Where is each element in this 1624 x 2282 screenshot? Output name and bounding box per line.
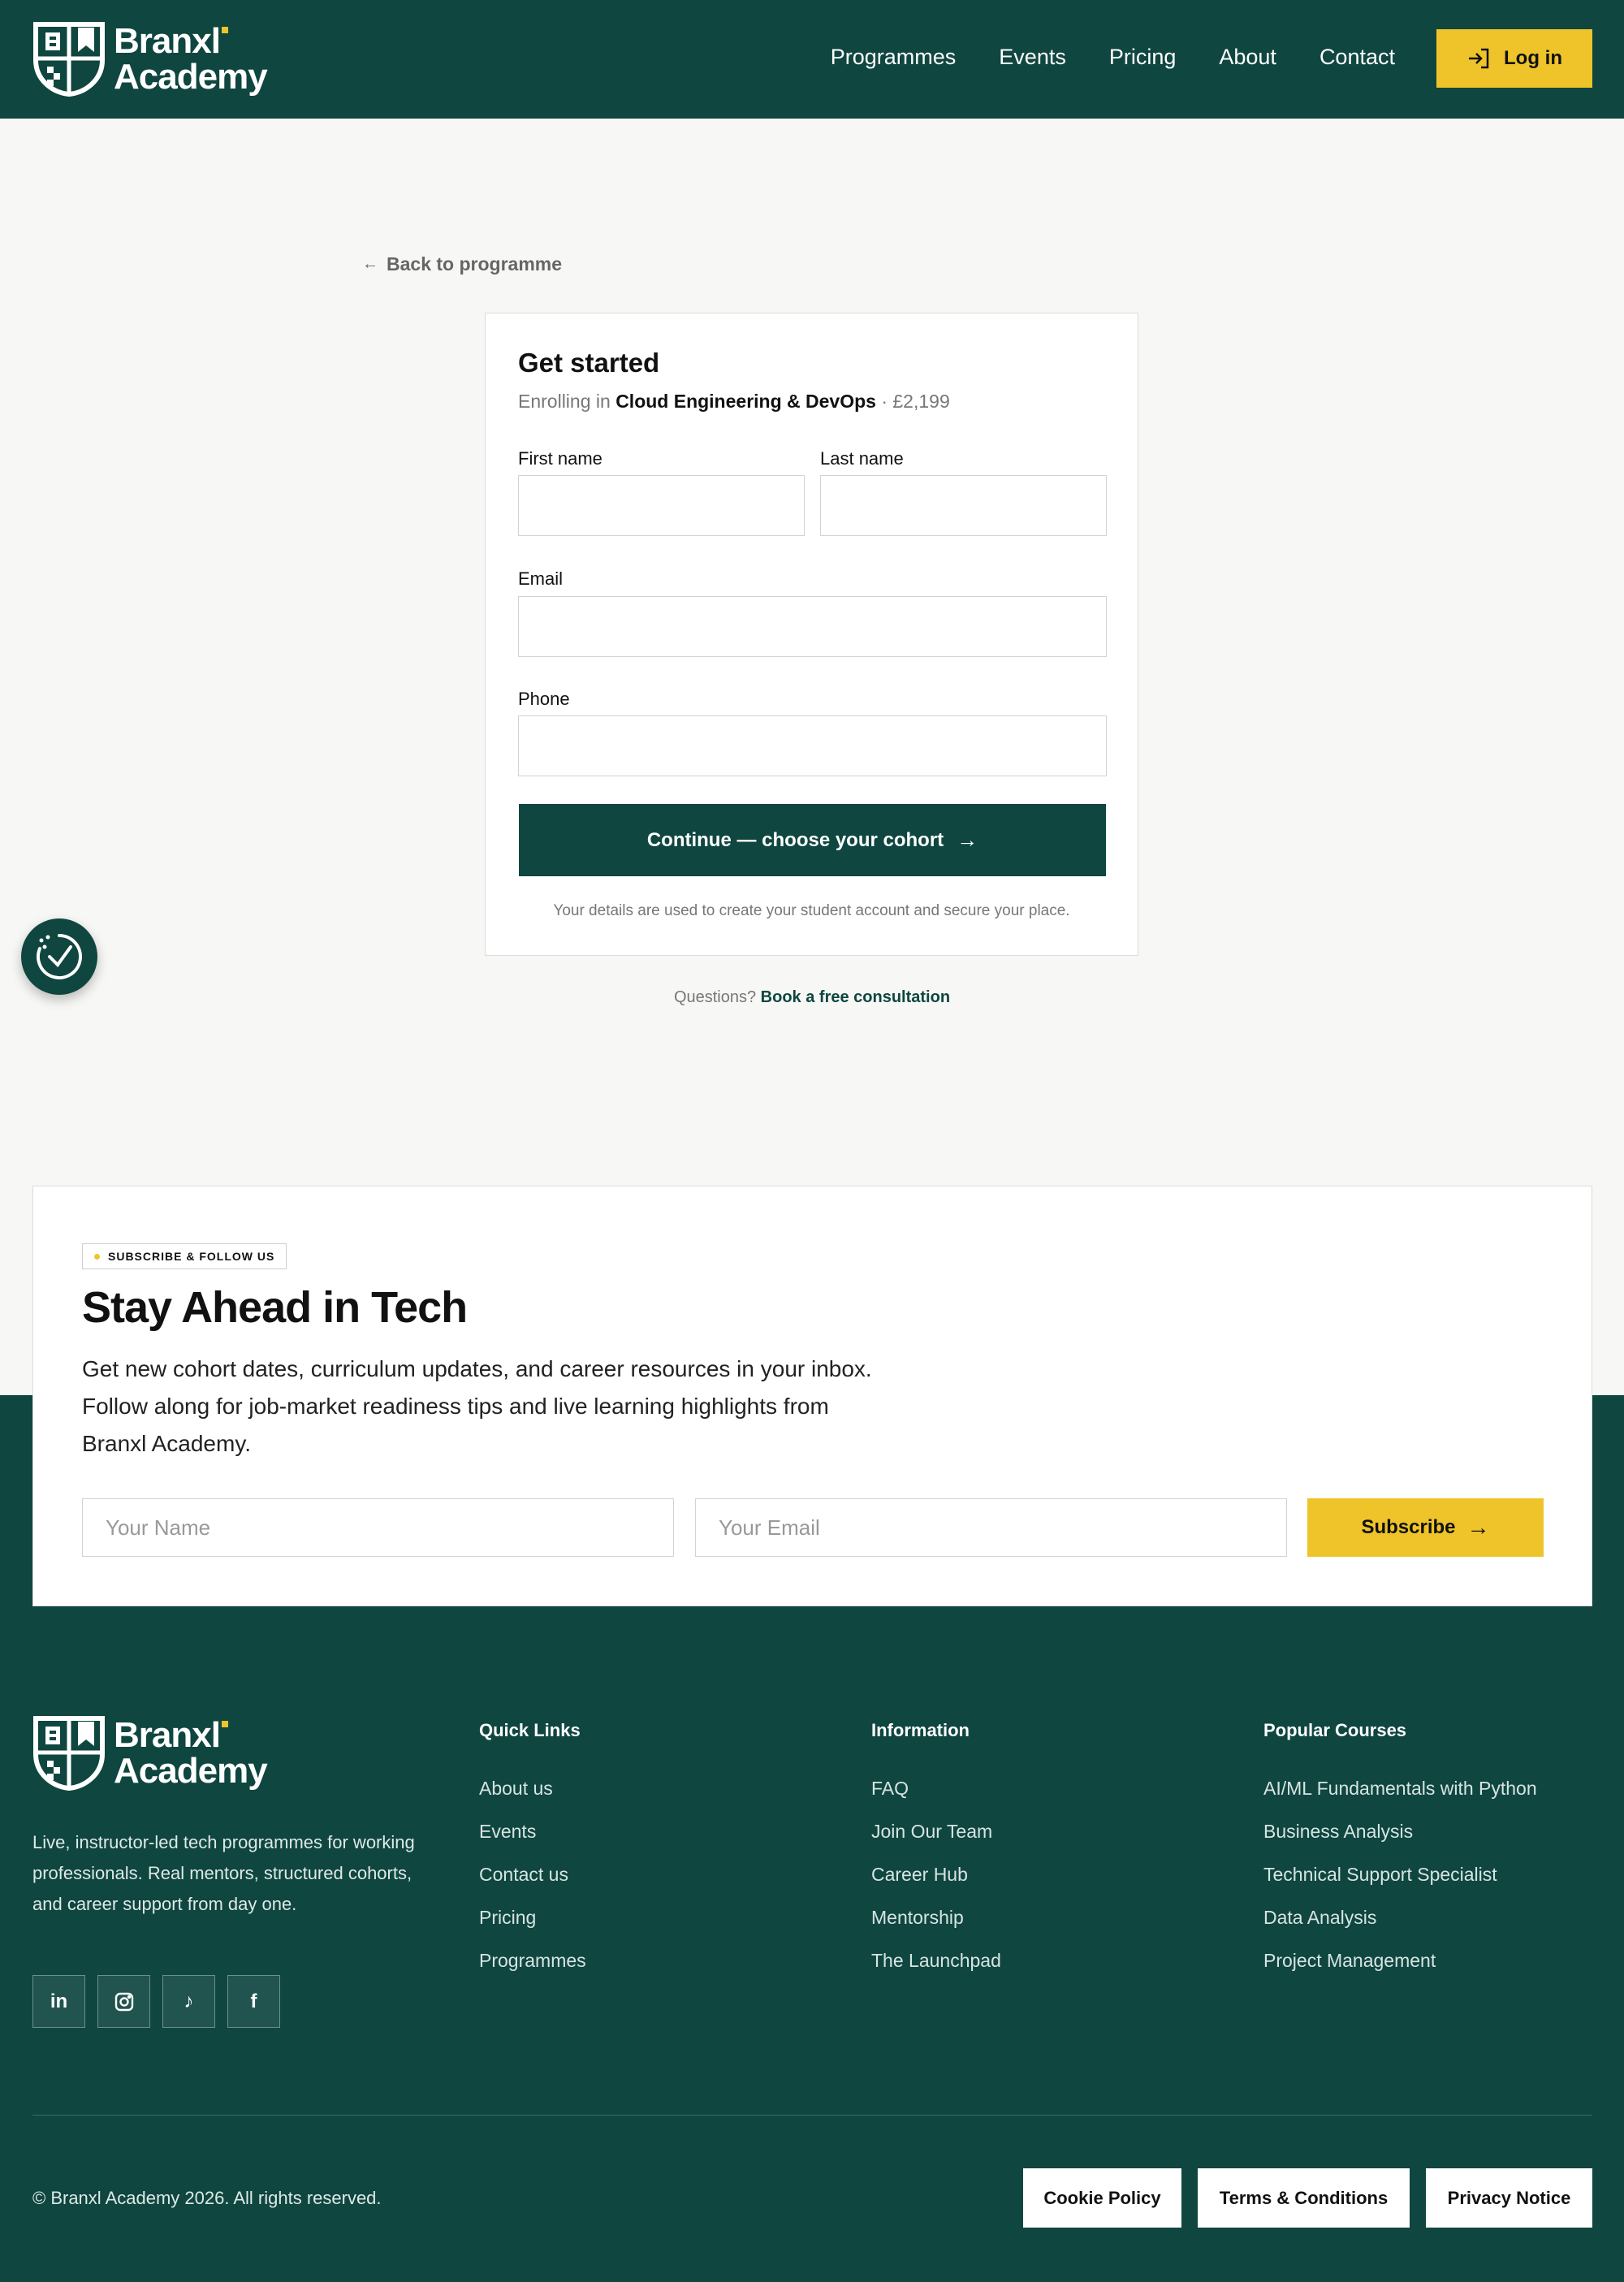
- tiktok-icon[interactable]: ♪: [162, 1975, 215, 2028]
- email-label: Email: [518, 568, 564, 589]
- footer-link-join-our-team[interactable]: Join Our Team: [871, 1810, 1001, 1853]
- footer-link-mentorship[interactable]: Mentorship: [871, 1896, 1001, 1939]
- login-button[interactable]: Log in: [1436, 29, 1592, 88]
- brand-logo[interactable]: Branxl Academy: [32, 21, 268, 97]
- login-icon: [1469, 48, 1489, 69]
- arrow-left-icon: ←: [362, 255, 378, 273]
- linkedin-icon[interactable]: in: [32, 1975, 85, 2028]
- footer-link-faq[interactable]: FAQ: [871, 1767, 1001, 1810]
- facebook-icon[interactable]: f: [227, 1975, 280, 2028]
- footer-link-project-management[interactable]: Project Management: [1263, 1939, 1537, 1982]
- arrow-right-icon: →: [1466, 1515, 1490, 1540]
- subscribe-pill-label: SUBSCRIBE & FOLLOW US: [108, 1250, 275, 1263]
- shield-logo-icon: [33, 22, 105, 97]
- footer-column-heading: Quick Links: [479, 1720, 581, 1740]
- subscribe-email-input[interactable]: [695, 1498, 1287, 1557]
- first-name-input[interactable]: [518, 475, 805, 536]
- footer-description: Live, instructor-led tech programmes for…: [32, 1832, 415, 1914]
- nav-pricing[interactable]: Pricing: [1109, 41, 1177, 73]
- nav-programmes[interactable]: Programmes: [831, 41, 957, 73]
- nav-events[interactable]: Events: [999, 41, 1066, 73]
- brand-line-2: Academy: [114, 57, 268, 97]
- shield-logo-icon: [33, 1716, 105, 1791]
- brand-accent-dot: [221, 27, 228, 33]
- footer-column-quick-links: Quick Links About us Events Contact us P…: [479, 1720, 586, 1982]
- footer-column-heading: Information: [871, 1720, 970, 1740]
- form-title: Get started: [518, 348, 660, 378]
- phone-input[interactable]: [518, 715, 1107, 776]
- subscribe-name-input[interactable]: [82, 1498, 674, 1557]
- footer-link-programmes[interactable]: Programmes: [479, 1939, 586, 1982]
- footer-brand-name: Branxl Academy: [114, 1715, 268, 1791]
- accessibility-button[interactable]: [21, 918, 97, 995]
- terms-conditions-button[interactable]: Terms & Conditions: [1198, 2168, 1410, 2228]
- last-name-input[interactable]: [820, 475, 1107, 536]
- subscribe-section: SUBSCRIBE & FOLLOW US Stay Ahead in Tech…: [32, 1186, 1592, 1606]
- questions-prefix: Questions?: [673, 988, 757, 1006]
- continue-label: Continue — choose your cohort: [646, 828, 944, 851]
- footer-link-events[interactable]: Events: [479, 1810, 586, 1853]
- footer-brand-logo[interactable]: Branxl Academy: [32, 1715, 268, 1791]
- subscribe-label: Subscribe: [1361, 1516, 1456, 1538]
- brand-line-1: Branxl: [114, 21, 221, 61]
- enrolling-prefix: Enrolling in: [518, 391, 611, 412]
- subscribe-text: Get new cohort dates, curriculum updates…: [82, 1356, 872, 1456]
- footer-brand-line-1: Branxl: [114, 1715, 221, 1755]
- pill-dot: [94, 1253, 100, 1260]
- back-link-label: Back to programme: [387, 253, 563, 274]
- social-links: in ♪ f: [32, 1975, 292, 2028]
- footer-column-heading: Popular Courses: [1263, 1720, 1407, 1740]
- footer-link-ai-ml[interactable]: AI/ML Fundamentals with Python: [1263, 1767, 1537, 1810]
- arrow-right-icon: →: [957, 828, 978, 852]
- programme-price: · £2,199: [881, 391, 950, 412]
- footer-column-information: Information FAQ Join Our Team Career Hub…: [871, 1720, 1001, 1982]
- footer-brand-line-2: Academy: [114, 1751, 268, 1791]
- footer-link-about-us[interactable]: About us: [479, 1767, 586, 1810]
- main-nav: Programmes Events Pricing About Contact: [788, 41, 1395, 73]
- last-name-label: Last name: [820, 448, 904, 469]
- footer-link-career-hub[interactable]: Career Hub: [871, 1853, 1001, 1896]
- privacy-note: Your details are used to create your stu…: [553, 902, 1070, 919]
- footer-link-business-analysis[interactable]: Business Analysis: [1263, 1810, 1537, 1853]
- programme-name: Cloud Engineering & DevOps: [615, 391, 876, 412]
- email-input[interactable]: [518, 596, 1107, 657]
- privacy-notice-button[interactable]: Privacy Notice: [1426, 2168, 1592, 2228]
- copyright: © Branxl Academy 2026. All rights reserv…: [32, 2188, 382, 2208]
- back-to-programme-link[interactable]: ← Back to programme: [362, 253, 562, 275]
- nav-contact[interactable]: Contact: [1320, 41, 1395, 73]
- consultation-link[interactable]: Book a free consultation: [761, 988, 950, 1006]
- instagram-icon[interactable]: [97, 1975, 150, 2028]
- subscribe-button[interactable]: Subscribe →: [1307, 1498, 1544, 1557]
- footer-link-technical-support[interactable]: Technical Support Specialist: [1263, 1853, 1537, 1896]
- phone-label: Phone: [518, 689, 570, 709]
- accessibility-check-icon: [37, 934, 82, 979]
- brand-name: Branxl Academy: [114, 21, 268, 97]
- footer-column-popular-courses: Popular Courses AI/ML Fundamentals with …: [1263, 1720, 1537, 1982]
- subscribe-title: Stay Ahead in Tech: [82, 1283, 468, 1332]
- login-label: Log in: [1504, 47, 1562, 69]
- footer-link-contact-us[interactable]: Contact us: [479, 1853, 586, 1896]
- footer-link-data-analysis[interactable]: Data Analysis: [1263, 1896, 1537, 1939]
- footer-link-pricing[interactable]: Pricing: [479, 1896, 586, 1939]
- first-name-label: First name: [518, 448, 603, 469]
- continue-button[interactable]: Continue — choose your cohort →: [519, 804, 1106, 876]
- footer-link-the-launchpad[interactable]: The Launchpad: [871, 1939, 1001, 1982]
- brand-accent-dot: [221, 1721, 228, 1727]
- cookie-policy-button[interactable]: Cookie Policy: [1023, 2168, 1181, 2228]
- footer-divider: [32, 2115, 1592, 2116]
- enrolment-form-card: Get started Enrolling in Cloud Engineeri…: [485, 313, 1138, 956]
- enrolling-summary: Enrolling in Cloud Engineering & DevOps …: [518, 391, 950, 413]
- site-header: Branxl Academy Programmes Events Pricing…: [0, 0, 1624, 119]
- subscribe-pill: SUBSCRIBE & FOLLOW US: [82, 1243, 287, 1269]
- questions-line: Questions? Book a free consultation: [0, 988, 1624, 1007]
- nav-about[interactable]: About: [1219, 41, 1276, 73]
